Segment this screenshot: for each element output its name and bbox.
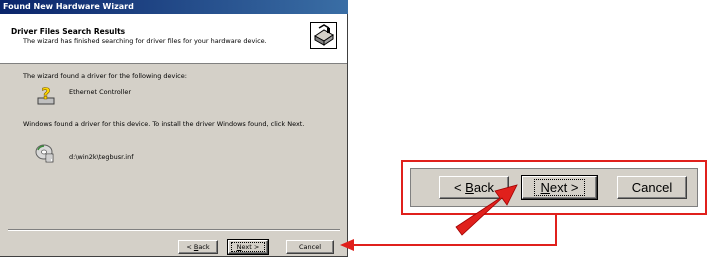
wizard-header: Driver Files Search Results The wizard h… [0,14,347,64]
hardware-wizard-icon [310,22,337,49]
header-title: Driver Files Search Results [11,27,126,36]
connector-line [352,214,557,246]
back-button[interactable]: < Back [178,240,218,254]
zoomed-cancel-button[interactable]: Cancel [617,176,687,199]
header-subtitle: The wizard has finished searching for dr… [23,37,267,45]
svg-text:?: ? [41,84,50,103]
driver-file-path: d:\win2k\tegbusr.inf [69,153,134,161]
found-driver-text: The wizard found a driver for the follow… [23,72,187,80]
zoomed-back-button[interactable]: < Back [439,176,509,199]
unknown-device-icon: ? [37,84,55,105]
separator [8,229,340,231]
cancel-button[interactable]: Cancel [286,240,334,254]
install-instruction-text: Windows found a driver for this device. … [23,120,305,128]
wizard-dialog: Found New Hardware Wizard Driver Files S… [0,0,348,257]
title-bar: Found New Hardware Wizard [0,0,348,14]
device-name: Ethernet Controller [69,88,132,96]
zoomed-buttons-callout: < Back Next > Cancel [401,160,707,215]
zoomed-button-bar: < Back Next > Cancel [410,168,698,207]
zoomed-next-button[interactable]: Next > [521,175,598,200]
next-button[interactable]: Next > [227,239,269,255]
driver-disk-icon [35,144,54,163]
